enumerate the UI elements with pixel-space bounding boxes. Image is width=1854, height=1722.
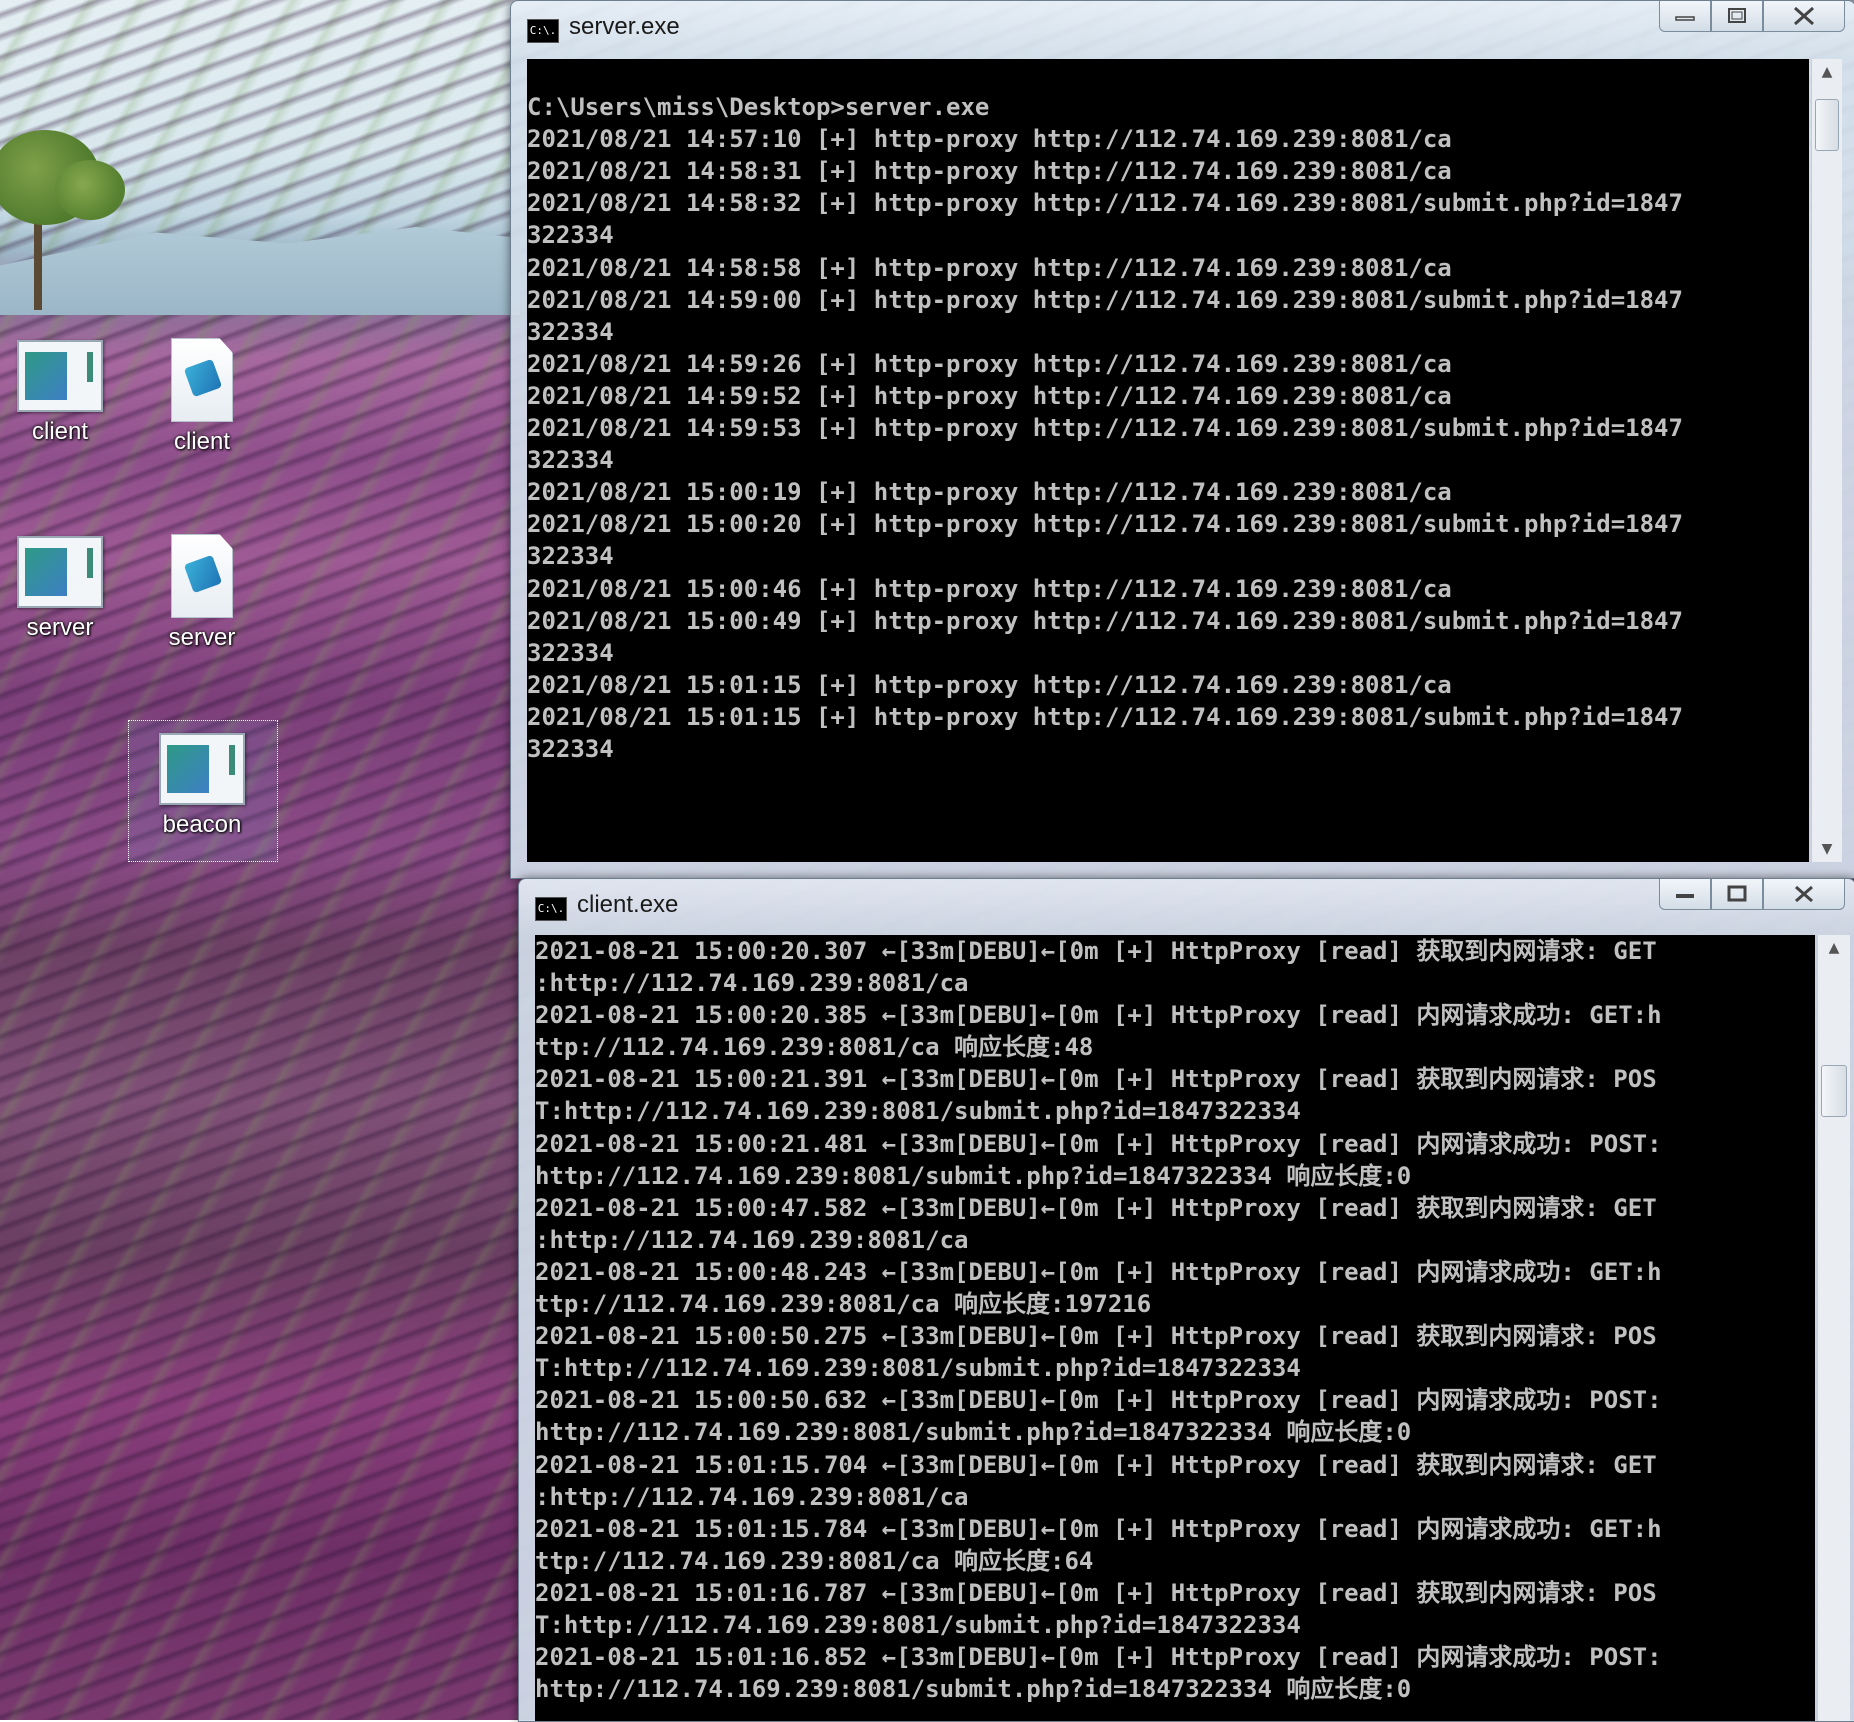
console-line: T:http://112.74.169.239:8081/submit.php?… <box>535 1097 1301 1126</box>
tree-image <box>0 130 130 310</box>
console-line: :http://112.74.169.239:8081/ca <box>535 1482 969 1511</box>
console-icon: C:\. <box>527 19 559 43</box>
console-line: :http://112.74.169.239:8081/ca <box>535 969 969 998</box>
desktop-icon-label: client <box>173 428 231 455</box>
console-icon: C:\. <box>535 897 567 921</box>
server-console-output[interactable]: C:\Users\miss\Desktop>server.exe 2021/08/… <box>527 59 1809 862</box>
console-line: 2021/08/21 14:59:52 [+] http-proxy http:… <box>527 381 1452 410</box>
minimize-icon <box>1675 16 1695 21</box>
minimize-icon <box>1676 894 1694 898</box>
caption-buttons <box>1659 879 1845 910</box>
console-line: 2021/08/21 15:00:20 [+] http-proxy http:… <box>527 510 1683 539</box>
application-icon <box>159 733 245 805</box>
window-titlebar[interactable]: C:\. client.exe <box>519 879 1854 935</box>
desktop-icon-server-app[interactable]: server <box>0 536 120 642</box>
console-line: 2021/08/21 15:01:15 [+] http-proxy http:… <box>527 670 1452 699</box>
close-icon <box>1794 6 1814 26</box>
console-line: 2021/08/21 14:58:32 [+] http-proxy http:… <box>527 189 1683 218</box>
console-line: 2021/08/21 14:59:26 [+] http-proxy http:… <box>527 349 1452 378</box>
console-line: T:http://112.74.169.239:8081/submit.php?… <box>535 1354 1301 1383</box>
console-line: 2021-08-21 15:00:20.385 ←[33m[DEBU]←[0m … <box>535 1001 1662 1030</box>
console-line: 2021/08/21 14:59:00 [+] http-proxy http:… <box>527 285 1683 314</box>
server-console-window[interactable]: C:\. server.exe C:\Users\miss\Desktop>se… <box>510 0 1854 879</box>
server-scrollbar[interactable]: ▲ ▼ <box>1811 59 1842 862</box>
console-line: 2021-08-21 15:00:21.391 ←[33m[DEBU]←[0m … <box>535 1065 1657 1094</box>
console-line: 2021-08-21 15:00:50.275 ←[33m[DEBU]←[0m … <box>535 1322 1657 1351</box>
console-line: 322334 <box>527 317 614 346</box>
maximize-icon <box>1728 8 1746 23</box>
scroll-up-arrow-icon[interactable]: ▲ <box>1812 59 1842 85</box>
console-line: ttp://112.74.169.239:8081/ca 响应长度:48 <box>535 1033 1094 1062</box>
desktop-icon-label: server <box>26 614 94 641</box>
console-line: ttp://112.74.169.239:8081/ca 响应长度:64 <box>535 1546 1094 1575</box>
console-line: 2021-08-21 15:01:16.787 ←[33m[DEBU]←[0m … <box>535 1578 1657 1607</box>
scroll-down-arrow-icon[interactable]: ▼ <box>1812 836 1842 862</box>
console-line: 322334 <box>527 446 614 475</box>
console-line: 2021-08-21 15:00:21.481 ←[33m[DEBU]←[0m … <box>535 1129 1662 1158</box>
console-line: 2021-08-21 15:01:16.852 ←[33m[DEBU]←[0m … <box>535 1643 1662 1672</box>
window-title: client.exe <box>577 891 679 918</box>
console-line: 2021/08/21 14:57:10 [+] http-proxy http:… <box>527 125 1452 154</box>
application-icon <box>17 536 103 608</box>
close-button[interactable] <box>1763 1 1845 32</box>
document-icon <box>171 338 233 422</box>
desktop-icon-label: beacon <box>162 811 242 838</box>
scroll-thumb[interactable] <box>1815 99 1839 151</box>
scroll-thumb[interactable] <box>1821 1065 1847 1117</box>
console-line: 322334 <box>527 221 614 250</box>
console-line: 2021-08-21 15:01:15.784 ←[33m[DEBU]←[0m … <box>535 1514 1662 1543</box>
console-line: 2021/08/21 15:01:15 [+] http-proxy http:… <box>527 702 1683 731</box>
desktop-icon-server-document[interactable]: server <box>142 534 262 652</box>
console-line: http://112.74.169.239:8081/submit.php?id… <box>535 1161 1412 1190</box>
desktop-icon-label: server <box>168 624 236 651</box>
maximize-icon <box>1727 885 1747 902</box>
window-title: server.exe <box>569 13 680 40</box>
document-icon <box>171 534 233 618</box>
caption-buttons <box>1659 1 1845 32</box>
desktop-icon-beacon-app[interactable]: beacon <box>142 733 262 839</box>
console-line: 322334 <box>527 542 614 571</box>
maximize-button[interactable] <box>1711 879 1763 910</box>
console-line: T:http://112.74.169.239:8081/submit.php?… <box>535 1610 1301 1639</box>
console-line: ttp://112.74.169.239:8081/ca 响应长度:197216 <box>535 1290 1152 1319</box>
console-line: 2021/08/21 15:00:46 [+] http-proxy http:… <box>527 574 1452 603</box>
window-titlebar[interactable]: C:\. server.exe <box>511 1 1854 57</box>
close-button[interactable] <box>1763 879 1845 910</box>
console-line: :http://112.74.169.239:8081/ca <box>535 1225 969 1254</box>
console-line: 322334 <box>527 638 614 667</box>
console-line: 2021/08/21 15:00:19 [+] http-proxy http:… <box>527 478 1452 507</box>
scroll-up-arrow-icon[interactable]: ▲ <box>1818 935 1850 961</box>
application-icon <box>17 340 103 412</box>
console-line: 2021-08-21 15:00:50.632 ←[33m[DEBU]←[0m … <box>535 1386 1662 1415</box>
console-line: 2021/08/21 14:58:58 [+] http-proxy http:… <box>527 253 1452 282</box>
client-scrollbar[interactable]: ▲ <box>1817 935 1850 1721</box>
desktop-icon-client-app[interactable]: client <box>0 340 120 446</box>
console-line: 2021/08/21 15:00:49 [+] http-proxy http:… <box>527 606 1683 635</box>
console-line: http://112.74.169.239:8081/submit.php?id… <box>535 1675 1412 1704</box>
console-line: 2021-08-21 15:00:20.307 ←[33m[DEBU]←[0m … <box>535 937 1657 965</box>
minimize-button[interactable] <box>1659 1 1711 32</box>
desktop-icon-client-document[interactable]: client <box>142 338 262 456</box>
console-line: http://112.74.169.239:8081/submit.php?id… <box>535 1418 1412 1447</box>
close-icon <box>1795 885 1813 903</box>
minimize-button[interactable] <box>1659 879 1711 910</box>
console-line: 2021-08-21 15:00:48.243 ←[33m[DEBU]←[0m … <box>535 1257 1662 1286</box>
console-line: 2021-08-21 15:00:47.582 ←[33m[DEBU]←[0m … <box>535 1193 1657 1222</box>
console-line: 2021/08/21 14:58:31 [+] http-proxy http:… <box>527 157 1452 186</box>
desktop-icon-label: client <box>31 418 89 445</box>
console-line: C:\Users\miss\Desktop>server.exe <box>527 93 990 122</box>
maximize-button[interactable] <box>1711 1 1763 32</box>
console-line: 2021-08-21 15:01:15.704 ←[33m[DEBU]←[0m … <box>535 1450 1657 1479</box>
client-console-output[interactable]: 2021-08-21 15:00:20.307 ←[33m[DEBU]←[0m … <box>535 935 1815 1721</box>
console-line: 322334 <box>527 734 614 763</box>
console-line: 2021/08/21 14:59:53 [+] http-proxy http:… <box>527 414 1683 443</box>
client-console-window[interactable]: C:\. client.exe 2021-08-21 15:00:20.307 … <box>518 878 1854 1722</box>
